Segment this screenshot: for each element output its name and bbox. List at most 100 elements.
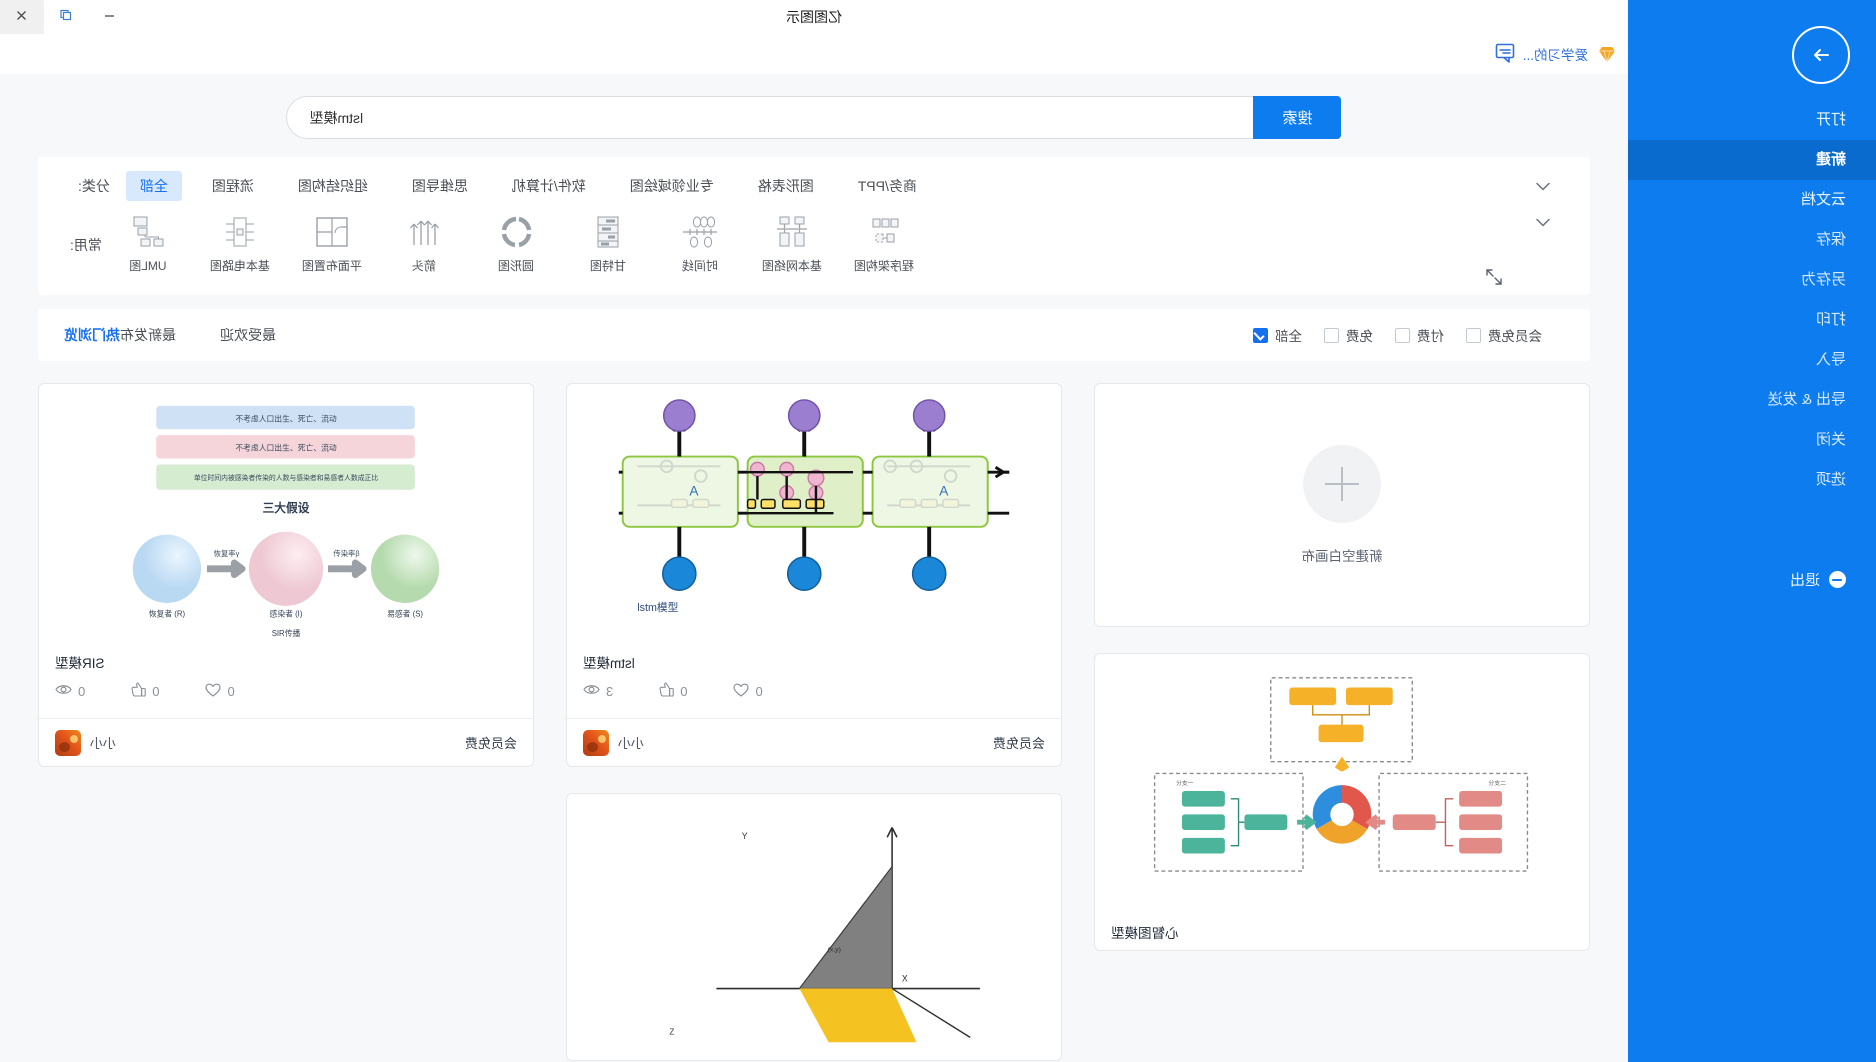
arrow-shapes-icon: [403, 211, 445, 253]
uml-diagram-icon: [127, 211, 169, 253]
sidebar-item-cloud-document[interactable]: 云文档: [1628, 180, 1876, 220]
common-item-floorplan[interactable]: 平面布置图: [286, 211, 378, 274]
sort-tab-newest[interactable]: 最新发布: [120, 325, 176, 345]
filter-checkbox-free[interactable]: 免费: [1324, 325, 1373, 345]
close-icon: [16, 9, 29, 25]
message-icon[interactable]: [1489, 42, 1515, 66]
category-chip-software[interactable]: 软件/计算机: [498, 171, 600, 201]
chevron-down-icon[interactable]: [1528, 211, 1558, 234]
account-name[interactable]: 爱学习的...: [1523, 44, 1588, 64]
floorplan-icon: [311, 211, 353, 253]
common-label: 常用:: [70, 237, 102, 253]
eye-icon: [55, 683, 72, 699]
common-row: 常用: UML图 基本电路图 平面布置图 箭头 圆形图 甘特图 时间线 基本网络…: [64, 209, 1564, 285]
svg-text:lstm模型: lstm模型: [637, 601, 678, 614]
sidebar-item-label: 保存: [1815, 231, 1846, 248]
chevron-down-icon[interactable]: [1528, 175, 1558, 198]
card-body: 不考虑人口出生、死亡、流动 不考虑人口出生、死亡、流动 单位时间内被感染者传染的…: [39, 384, 533, 718]
filter-checkbox-all[interactable]: 全部: [1253, 325, 1302, 345]
category-label: 分类:: [78, 178, 110, 194]
sidebar-item-new[interactable]: 新建: [1628, 140, 1876, 180]
diamond-icon: [1596, 43, 1618, 65]
sidebar-item-save[interactable]: 保存: [1628, 220, 1876, 260]
search-button[interactable]: 搜索: [1253, 96, 1342, 139]
template-card-mindmap[interactable]: 分支一 分支二 心智图模型: [1094, 653, 1590, 951]
template-card-geometry[interactable]: Y X Z (x,y): [566, 793, 1062, 1061]
heart-icon: [205, 683, 222, 700]
filter-checkbox-paid[interactable]: 付费: [1395, 325, 1444, 345]
sort-tab-most-liked[interactable]: 最受欢迎: [220, 325, 276, 345]
gantt-chart-icon: [587, 211, 629, 253]
grid-column-1: 不考虑人口出生、死亡、流动 不考虑人口出生、死亡、流动 单位时间内被感染者传染的…: [38, 383, 534, 767]
close-button[interactable]: [0, 0, 44, 34]
heart-icon: [733, 683, 750, 700]
common-item-circular[interactable]: 圆形图: [470, 211, 562, 274]
category-chip-mind-map[interactable]: 思维导图: [398, 171, 482, 201]
stat-views: 3: [583, 683, 613, 699]
sidebar-item-save-as[interactable]: 另存为: [1628, 260, 1876, 300]
sidebar-item-print[interactable]: 打印: [1628, 300, 1876, 340]
checkbox-icon[interactable]: [1253, 327, 1268, 343]
filter-label: 付费: [1417, 329, 1444, 344]
category-chip-flowchart[interactable]: 流程图: [198, 171, 268, 201]
minimize-button[interactable]: [88, 0, 132, 34]
lstm-model-thumbnail: A A lstm模型: [583, 398, 1045, 642]
common-item-label: 基本网络图: [761, 259, 822, 273]
common-item-label: 基本电路图: [209, 259, 270, 273]
common-item-program-architecture[interactable]: 程序架构图: [838, 211, 930, 274]
backstage-sidebar: 打开 新建 云文档 保存 另存为 打印 导入 导出 & 发送 关闭 选项 退出: [1628, 0, 1876, 1062]
expand-arrows-icon[interactable]: [1482, 267, 1504, 289]
search-input[interactable]: [286, 96, 1254, 139]
sidebar-item-import[interactable]: 导入: [1628, 340, 1876, 380]
back-button[interactable]: [1792, 26, 1850, 84]
sidebar-item-close[interactable]: 关闭: [1628, 420, 1876, 460]
template-card-sir[interactable]: 不考虑人口出生、死亡、流动 不考虑人口出生、死亡、流动 单位时间内被感染者传染的…: [38, 383, 534, 767]
sidebar-item-exit[interactable]: 退出: [1628, 569, 1876, 590]
filter-checkbox-member-free[interactable]: 会员免费: [1466, 325, 1542, 345]
card-author[interactable]: 小小: [583, 729, 644, 756]
template-card-lstm[interactable]: A A lstm模型 lstm模型 3 0 0 小小 会员免费: [566, 383, 1062, 767]
sidebar-item-label: 另存为: [1800, 271, 1846, 288]
circuit-diagram-icon: [219, 211, 261, 253]
avatar: [55, 729, 81, 756]
content-scroll-area[interactable]: 搜索 分类: 全部 流程图 组织结构图 思维导图 软件/计算机 专业领域绘图 图…: [0, 74, 1628, 1062]
svg-text:不考虑人口出生、死亡、流动: 不考虑人口出生、死亡、流动: [235, 443, 337, 453]
category-chip-charts-tables[interactable]: 图形表格: [744, 171, 828, 201]
filter-bar: 热门浏览 最新发布 最受欢迎 全部 免费 付费 会员免费: [38, 309, 1590, 361]
common-item-label: 圆形图: [497, 259, 534, 273]
common-item-label: UML图: [129, 259, 167, 273]
checkbox-icon[interactable]: [1466, 327, 1481, 343]
category-chip-professional[interactable]: 专业领域绘图: [616, 171, 728, 201]
stat-favorites: 0: [205, 683, 235, 700]
stat-value: 0: [78, 683, 86, 699]
common-item-label: 箭头: [411, 259, 436, 273]
new-blank-canvas-card[interactable]: 新建空白画布: [1094, 383, 1590, 627]
sort-tab-popular[interactable]: 热门浏览: [64, 325, 120, 345]
category-chip-business-ppt[interactable]: 商务/PPT: [844, 171, 931, 201]
common-item-label: 甘特图: [589, 259, 626, 273]
checkbox-icon[interactable]: [1395, 327, 1410, 343]
svg-text:A: A: [689, 484, 699, 499]
common-item-circuit[interactable]: 基本电路图: [194, 211, 286, 274]
sidebar-item-options[interactable]: 选项: [1628, 460, 1876, 500]
filter-label: 免费: [1346, 329, 1373, 344]
search-bar: 搜索: [286, 96, 1342, 139]
common-item-gantt[interactable]: 甘特图: [562, 211, 654, 274]
category-chip-org-chart[interactable]: 组织结构图: [284, 171, 382, 201]
card-body: Y X Z (x,y): [567, 794, 1061, 1060]
category-chip-all[interactable]: 全部: [125, 171, 182, 201]
sidebar-item-label: 导出 & 发送: [1767, 391, 1846, 408]
restore-button[interactable]: [44, 0, 88, 34]
sidebar-item-export-send[interactable]: 导出 & 发送: [1628, 380, 1876, 420]
common-item-arrows[interactable]: 箭头: [378, 211, 470, 274]
category-panel: 分类: 全部 流程图 组织结构图 思维导图 软件/计算机 专业领域绘图 图形表格…: [38, 157, 1590, 295]
checkbox-icon[interactable]: [1324, 327, 1339, 343]
common-item-uml[interactable]: UML图: [102, 211, 194, 274]
common-item-timeline[interactable]: 时间线: [654, 211, 746, 274]
card-author[interactable]: 小小: [55, 729, 116, 756]
svg-text:Z: Z: [670, 1027, 675, 1036]
sidebar-item-open[interactable]: 打开: [1628, 100, 1876, 140]
common-item-network[interactable]: 基本网络图: [746, 211, 838, 274]
card-title: lstm模型: [583, 656, 635, 671]
common-item-label: 时间线: [681, 259, 718, 273]
